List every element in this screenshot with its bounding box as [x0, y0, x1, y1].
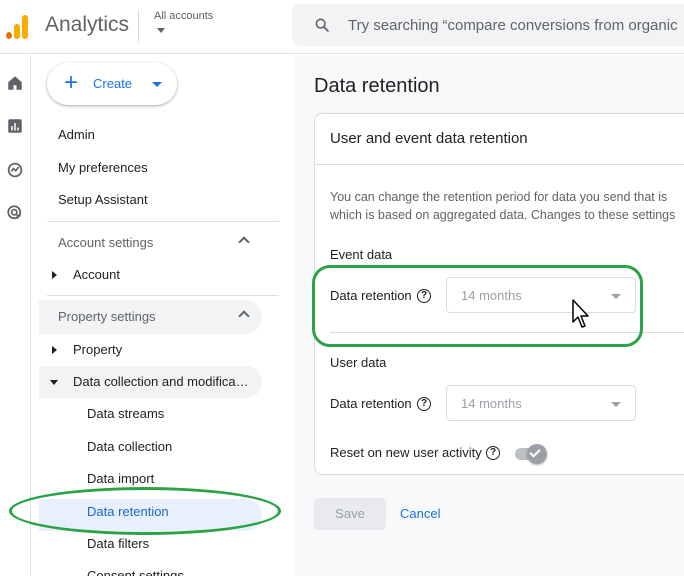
main-content: Data retention User and event data reten…: [294, 55, 684, 576]
search-input[interactable]: Try searching “compare conversions from …: [348, 17, 678, 34]
top-bar: Analytics All accounts Try searching “co…: [0, 0, 684, 54]
advertising-icon[interactable]: [6, 204, 24, 222]
user-data-heading: User data: [330, 355, 387, 370]
expand-arrow-icon: [52, 271, 57, 279]
chevron-down-icon[interactable]: [152, 82, 162, 87]
cancel-button[interactable]: Cancel: [400, 498, 440, 530]
account-settings-header[interactable]: Account settings: [39, 226, 262, 260]
reports-icon[interactable]: [6, 117, 24, 135]
nav-item-data-import[interactable]: Data import: [87, 471, 154, 486]
event-data-heading: Event data: [330, 247, 393, 262]
nav-item-account[interactable]: Account: [39, 259, 262, 291]
card-divider: [315, 164, 684, 165]
dropdown-arrow-icon: [611, 402, 621, 407]
help-icon[interactable]: ?: [486, 446, 500, 460]
description-line: You can change the retention period for …: [330, 190, 668, 204]
admin-nav: + Create Admin My preferences Setup Assi…: [9, 55, 294, 576]
analytics-logo-icon[interactable]: [6, 13, 30, 39]
nav-item-consent-settings[interactable]: Consent settings: [87, 568, 184, 576]
description-line: which is based on aggregated data. Chang…: [330, 208, 676, 222]
nav-item-label: Property: [73, 342, 123, 357]
nav-divider: [47, 295, 279, 296]
help-icon[interactable]: ?: [417, 397, 431, 411]
card-title: User and event data retention: [330, 130, 528, 147]
select-value: 14 months: [461, 396, 522, 411]
nav-rail: [0, 55, 31, 576]
check-icon: [529, 446, 541, 458]
chevron-up-icon: [238, 236, 250, 248]
reset-on-activity-label: Reset on new user activity: [330, 445, 482, 460]
create-label: Create: [93, 76, 133, 91]
search-bar[interactable]: Try searching “compare conversions from …: [292, 4, 684, 46]
plus-icon: +: [64, 69, 79, 96]
user-retention-label: Data retention: [330, 396, 412, 411]
chevron-down-icon[interactable]: [157, 28, 165, 33]
nav-divider: [47, 221, 279, 222]
explore-icon[interactable]: [6, 161, 24, 179]
property-settings-header[interactable]: Property settings: [39, 300, 262, 334]
user-retention-select[interactable]: 14 months: [446, 385, 636, 421]
nav-item-data-filters[interactable]: Data filters: [87, 536, 149, 551]
description: You can change the retention period for …: [330, 188, 684, 224]
page-title: Data retention: [314, 75, 440, 97]
reset-toggle[interactable]: [527, 444, 547, 464]
highlight-annotation: [312, 265, 643, 347]
nav-item-data-streams[interactable]: Data streams: [87, 406, 164, 421]
home-icon[interactable]: [6, 74, 24, 92]
highlight-annotation: [9, 487, 281, 535]
nav-item-label: Account: [73, 267, 120, 282]
collapse-arrow-icon: [50, 380, 58, 385]
account-selector-label[interactable]: All accounts: [154, 10, 213, 22]
nav-item-my-preferences[interactable]: My preferences: [58, 160, 148, 175]
nav-item-admin[interactable]: Admin: [58, 127, 95, 142]
save-button[interactable]: Save: [314, 498, 386, 530]
nav-item-label: Data collection and modifica…: [73, 374, 249, 389]
expand-arrow-icon: [52, 346, 57, 354]
section-label: Property settings: [58, 309, 156, 324]
search-icon: [315, 18, 329, 32]
mouse-cursor-icon: [572, 299, 589, 328]
nav-item-setup-assistant[interactable]: Setup Assistant: [58, 192, 148, 207]
brand-divider: [138, 10, 139, 42]
nav-item-property[interactable]: Property: [39, 334, 262, 366]
nav-item-data-collection-and-modification[interactable]: Data collection and modifica…: [39, 366, 262, 398]
app-brand[interactable]: Analytics: [45, 13, 129, 37]
chevron-up-icon: [238, 310, 250, 322]
create-button[interactable]: + Create: [47, 63, 177, 105]
nav-item-data-collection[interactable]: Data collection: [87, 439, 172, 454]
section-label: Account settings: [58, 235, 154, 250]
